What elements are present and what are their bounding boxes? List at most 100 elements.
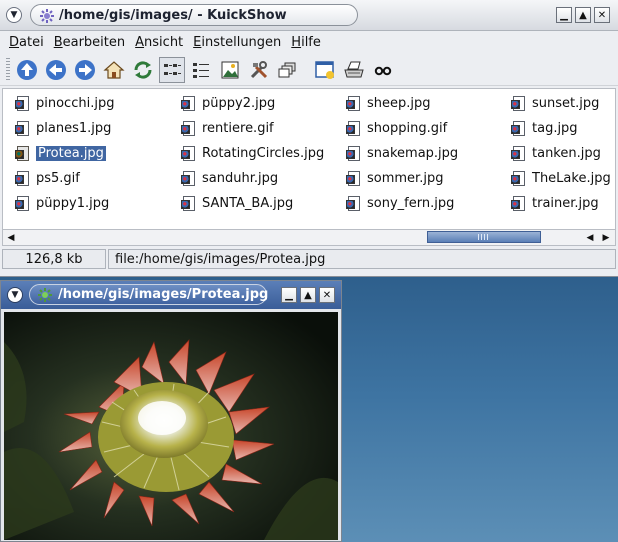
forward-button[interactable]	[72, 57, 98, 83]
menu-ansicht[interactable]: Ansicht	[130, 35, 188, 50]
file-item[interactable]: planes1.jpg	[15, 116, 114, 141]
file-item[interactable]: trainer.jpg	[511, 191, 611, 216]
tools-button[interactable]	[246, 57, 272, 83]
file-item[interactable]: sheep.jpg	[346, 91, 458, 116]
file-item[interactable]: snakemap.jpg	[346, 141, 458, 166]
file-item[interactable]: Protea.jpg	[15, 141, 114, 166]
image-file-icon	[346, 170, 362, 188]
reload-icon	[134, 60, 152, 79]
image-file-icon	[15, 145, 31, 163]
file-name: trainer.jpg	[532, 196, 599, 211]
file-name: RotatingCircles.jpg	[202, 146, 325, 161]
image-file-icon	[511, 145, 527, 163]
print-button[interactable]	[341, 57, 367, 83]
chevron-down-icon: ▼	[11, 290, 19, 300]
main-titlebar[interactable]: ▼ /home/gis/images/ - KuickShow ▁ ▲ ✕	[0, 0, 618, 31]
file-name: Protea.jpg	[36, 146, 106, 161]
file-item[interactable]: tag.jpg	[511, 116, 611, 141]
file-name: ps5.gif	[36, 171, 80, 186]
file-item[interactable]: tanken.jpg	[511, 141, 611, 166]
chevron-down-icon: ▼	[10, 10, 18, 20]
short-view-icon	[164, 63, 181, 75]
windows-icon	[278, 62, 296, 77]
short-view-button[interactable]	[159, 56, 185, 83]
file-item[interactable]: püppy1.jpg	[15, 191, 114, 216]
back-arrow-icon	[46, 59, 66, 80]
toolbar	[0, 54, 618, 86]
slideshow-button[interactable]	[312, 57, 338, 83]
window-title: /home/gis/images/ - KuickShow	[59, 7, 287, 23]
file-name: tag.jpg	[532, 121, 578, 136]
image-file-icon	[511, 195, 527, 213]
horizontal-scrollbar[interactable]: ◀ ◀ ▶	[2, 230, 616, 246]
file-item[interactable]: TheLake.jpg	[511, 166, 611, 191]
maximize-icon: ▲	[304, 289, 312, 301]
minimize-button[interactable]: ▁	[281, 287, 297, 303]
arrow-right-icon: ▶	[602, 232, 610, 243]
close-button[interactable]: ✕	[594, 7, 610, 23]
file-item[interactable]: sommer.jpg	[346, 166, 458, 191]
image-titlebar[interactable]: ▼ /home/gis/images/Protea.jpg ▁ ▲ ✕	[1, 281, 341, 309]
image-file-icon	[181, 195, 197, 213]
back-button[interactable]	[43, 57, 69, 83]
file-column: sunset.jpg tag.jpg tanken.jpg TheLake.jpg tr…	[511, 91, 611, 216]
menu-hilfe[interactable]: Hilfe	[286, 35, 326, 50]
file-item[interactable]: sanduhr.jpg	[181, 166, 324, 191]
tools-icon	[250, 60, 268, 78]
file-item[interactable]: shopping.gif	[346, 116, 458, 141]
file-column: püppy2.jpg rentiere.gif RotatingCircles.jp…	[181, 91, 324, 216]
scroll-thumb[interactable]	[427, 231, 541, 243]
scroll-left-button-2[interactable]: ◀	[583, 231, 597, 244]
file-name: püppy2.jpg	[202, 96, 276, 111]
window-menu-button[interactable]: ▼	[6, 7, 22, 23]
file-item[interactable]: püppy2.jpg	[181, 91, 324, 116]
scroll-right-button[interactable]: ▶	[599, 231, 613, 244]
file-item[interactable]: RotatingCircles.jpg	[181, 141, 324, 166]
file-list[interactable]: pinocchi.jpg planes1.jpg Protea.jpg ps5.gif…	[2, 88, 616, 230]
file-name: sunset.jpg	[532, 96, 600, 111]
protea-flower-image	[4, 312, 338, 540]
image-file-icon	[15, 95, 31, 113]
detail-view-button[interactable]	[188, 57, 214, 83]
menu-bearbeiten[interactable]: Bearbeiten	[49, 35, 130, 50]
title-pill[interactable]: /home/gis/images/ - KuickShow	[30, 4, 358, 26]
up-button[interactable]	[14, 57, 40, 83]
file-item[interactable]: sunset.jpg	[511, 91, 611, 116]
windows-button[interactable]	[275, 57, 301, 83]
home-button[interactable]	[101, 57, 127, 83]
file-name: pinocchi.jpg	[36, 96, 115, 111]
file-name: sanduhr.jpg	[202, 171, 279, 186]
file-name: shopping.gif	[367, 121, 448, 136]
file-name: tanken.jpg	[532, 146, 601, 161]
forward-arrow-icon	[75, 59, 95, 80]
minimize-button[interactable]: ▁	[556, 7, 572, 23]
about-button[interactable]	[370, 57, 396, 83]
protea-photo[interactable]	[4, 312, 338, 540]
file-item[interactable]: pinocchi.jpg	[15, 91, 114, 116]
print-icon	[344, 61, 364, 77]
file-item[interactable]: SANTA_BA.jpg	[181, 191, 324, 216]
file-item[interactable]: rentiere.gif	[181, 116, 324, 141]
image-file-icon	[346, 120, 362, 138]
minimize-icon: ▁	[560, 9, 568, 21]
file-item[interactable]: ps5.gif	[15, 166, 114, 191]
menu-einstellungen[interactable]: Einstellungen	[188, 35, 286, 50]
image-file-icon	[181, 145, 197, 163]
file-name: sheep.jpg	[367, 96, 431, 111]
file-item[interactable]: sony_fern.jpg	[346, 191, 458, 216]
file-name: püppy1.jpg	[36, 196, 110, 211]
toolbar-grip[interactable]	[6, 57, 10, 82]
status-file-size: 126,8 kb	[2, 249, 106, 269]
image-file-icon	[15, 120, 31, 138]
maximize-button[interactable]: ▲	[300, 287, 316, 303]
title-pill[interactable]: /home/gis/images/Protea.jpg	[29, 284, 268, 305]
reload-button[interactable]	[130, 57, 156, 83]
file-name: sommer.jpg	[367, 171, 444, 186]
file-name: TheLake.jpg	[532, 171, 611, 186]
show-image-button[interactable]	[217, 57, 243, 83]
window-menu-button[interactable]: ▼	[7, 287, 23, 303]
close-button[interactable]: ✕	[319, 287, 335, 303]
scroll-left-button[interactable]: ◀	[4, 231, 18, 244]
menu-datei[interactable]: Datei	[4, 35, 49, 50]
maximize-button[interactable]: ▲	[575, 7, 591, 23]
